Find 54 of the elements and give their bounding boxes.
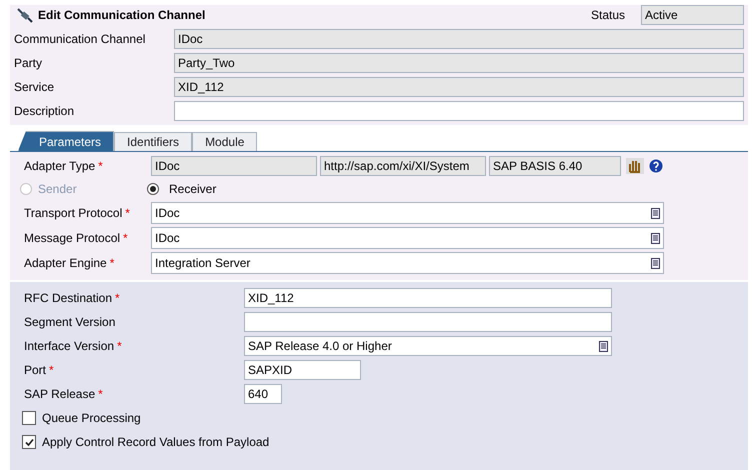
required-mark: * (115, 291, 120, 305)
checkbox-label: Queue Processing (42, 411, 141, 425)
radio-label: Sender (38, 182, 78, 196)
dropdown-icon[interactable] (651, 258, 660, 268)
input-field: SAP BASIS 6.40 (489, 156, 621, 176)
dropdown-field[interactable]: Integration Server (151, 252, 664, 274)
input-field[interactable] (174, 101, 744, 121)
dropdown-icon[interactable] (651, 232, 660, 244)
field-label: Message Protocol * (23, 231, 129, 245)
help-icon[interactable] (647, 158, 663, 174)
field-label: Description (13, 104, 76, 118)
field-label: RFC Destination * (23, 291, 121, 305)
field-label: SAP Release * (23, 387, 104, 401)
plug-icon (16, 7, 34, 23)
required-mark: * (49, 363, 54, 377)
window-title: Edit Communication Channel (38, 8, 206, 22)
input-field: IDoc (151, 156, 317, 176)
field-label: Segment Version (23, 315, 116, 329)
input-field[interactable] (244, 312, 612, 332)
field-label: Transport Protocol * (23, 206, 131, 220)
status-label: Status (590, 8, 626, 22)
input-field[interactable]: XID_112 (244, 288, 612, 308)
dropdown-field[interactable]: IDoc (151, 202, 664, 224)
radio-label: Receiver (168, 182, 218, 196)
tab[interactable]: Parameters (18, 131, 114, 151)
input-field[interactable]: SAPXID (244, 360, 361, 380)
checkbox[interactable] (22, 435, 36, 449)
field-label: Interface Version * (23, 339, 123, 353)
field-label: Port * (23, 363, 55, 377)
field-label: Party (13, 56, 44, 70)
field-label: Adapter Type * (23, 159, 104, 173)
required-mark: * (123, 231, 128, 245)
field-label: Service (13, 80, 56, 94)
tab[interactable]: Identifiers (114, 132, 192, 151)
required-mark: * (110, 256, 114, 270)
required-mark: * (98, 387, 103, 401)
dropdown-field[interactable]: IDoc (151, 227, 664, 249)
dropdown-icon[interactable] (599, 340, 608, 352)
input-field: http://sap.com/xi/XI/System (320, 156, 486, 176)
hand-icon[interactable] (626, 158, 644, 174)
checkbox-label: Apply Control Record Values from Payload (42, 435, 270, 449)
field-label: Communication Channel (13, 32, 146, 46)
required-mark: * (117, 339, 122, 353)
field-label: Adapter Engine * (23, 256, 116, 270)
input-field[interactable]: 640 (244, 384, 282, 404)
dropdown-icon[interactable] (651, 208, 660, 218)
checkbox[interactable] (22, 411, 36, 425)
tab[interactable]: Module (192, 132, 258, 151)
checkmark-icon (24, 438, 34, 446)
dropdown-field[interactable]: SAP Release 4.0 or Higher (244, 336, 612, 356)
radio-button[interactable] (147, 183, 159, 195)
required-mark: * (125, 206, 130, 220)
status-field: Active (641, 5, 744, 25)
required-mark: * (98, 159, 103, 173)
